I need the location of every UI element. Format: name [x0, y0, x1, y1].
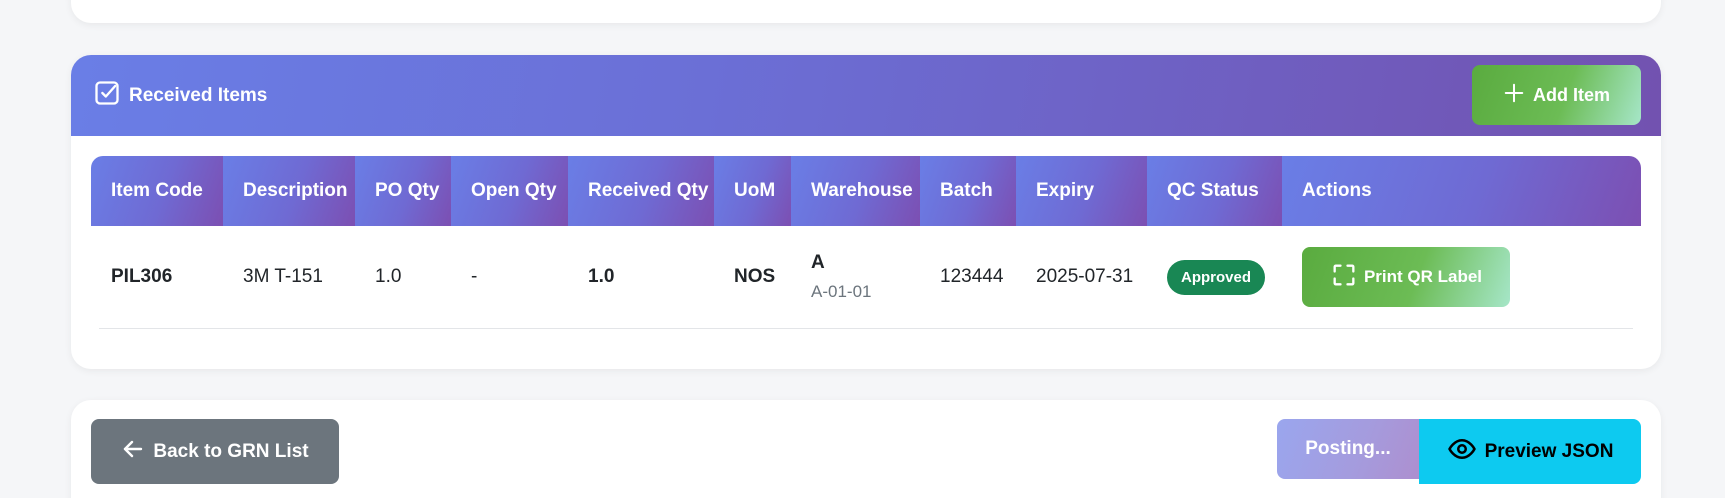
- back-to-grn-list-button[interactable]: Back to GRN List: [91, 419, 339, 484]
- table-header-row: Item Code Description PO Qty Open Qty Re…: [91, 156, 1641, 226]
- description-cell: 3M T-151: [243, 266, 323, 287]
- plus-icon: [1503, 82, 1525, 109]
- column-header: Received Qty: [568, 156, 714, 226]
- warehouse-name: A: [811, 252, 825, 273]
- section-title: Received Items: [93, 79, 267, 113]
- add-item-label: Add Item: [1532, 84, 1610, 105]
- check-square-icon: [93, 79, 121, 113]
- column-header: Item Code: [91, 156, 223, 226]
- expiry-cell: 2025-07-31: [1036, 266, 1134, 287]
- column-header: Expiry: [1016, 156, 1147, 226]
- scan-icon: [1330, 261, 1358, 294]
- column-header: QC Status: [1147, 156, 1282, 226]
- column-header: UoM: [714, 156, 791, 226]
- preview-json-label: Preview JSON: [1484, 440, 1614, 462]
- row-divider: [99, 328, 1633, 329]
- po-qty-cell: 1.0: [375, 266, 402, 287]
- section-title-text: Received Items: [129, 84, 268, 106]
- items-table-wrapper: Item Code Description PO Qty Open Qty Re…: [91, 156, 1641, 329]
- posting-button[interactable]: Posting...: [1277, 419, 1419, 479]
- table-row: PIL306 3M T-151 1.0 - 1.0 NOS A A-01-01 …: [91, 226, 1641, 328]
- add-item-button[interactable]: Add Item: [1472, 65, 1641, 125]
- batch-cell: 123444: [940, 266, 1004, 287]
- column-header: Description: [223, 156, 355, 226]
- column-header: Open Qty: [451, 156, 568, 226]
- status-badge: Approved: [1167, 259, 1266, 295]
- warehouse-cell: A A-01-01: [791, 226, 920, 328]
- back-label: Back to GRN List: [153, 440, 309, 462]
- print-qr-label-button[interactable]: Print QR Label: [1302, 247, 1510, 307]
- item-code-cell: PIL306: [111, 266, 173, 287]
- open-qty-cell: -: [471, 266, 478, 287]
- column-header: Warehouse: [791, 156, 920, 226]
- column-header: PO Qty: [355, 156, 451, 226]
- footer-actions-card: Back to GRN List Posting... Preview JSON: [71, 400, 1661, 498]
- received-items-table: Item Code Description PO Qty Open Qty Re…: [91, 156, 1641, 328]
- column-header: Actions: [1282, 156, 1641, 226]
- uom-cell: NOS: [734, 266, 776, 287]
- column-header: Batch: [920, 156, 1016, 226]
- preview-json-button[interactable]: Preview JSON: [1419, 419, 1641, 484]
- received-items-card: Received Items Add Item Item Code Descri…: [71, 55, 1661, 369]
- eye-icon: [1447, 434, 1477, 470]
- arrow-left-icon: [121, 437, 145, 467]
- received-qty-cell: 1.0: [588, 266, 615, 287]
- top-card: [71, 0, 1661, 23]
- warehouse-location: A-01-01: [811, 282, 872, 301]
- print-qr-label-text: Print QR Label: [1363, 267, 1483, 286]
- received-items-header: Received Items Add Item: [71, 55, 1661, 136]
- qc-status-cell: Approved: [1147, 226, 1282, 328]
- actions-cell: Print QR Label: [1282, 226, 1641, 328]
